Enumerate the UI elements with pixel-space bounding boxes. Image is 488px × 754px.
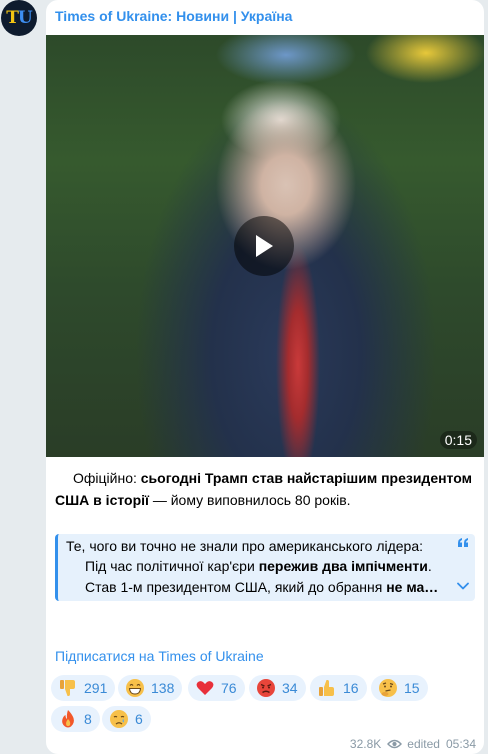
reaction-thumbs-down[interactable]: 291 (51, 675, 116, 701)
reaction-count: 138 (151, 680, 175, 696)
reaction-angry[interactable]: 34 (249, 675, 306, 701)
quote-line-2-suffix: . (427, 558, 432, 574)
reaction-count: 15 (404, 680, 420, 696)
reaction-count: 291 (84, 680, 108, 696)
message-bubble: Times of Ukraine: Новини | Україна 0:15 … (46, 0, 484, 754)
quote-line-2: Під час політичної кар'єри пережив два і… (85, 556, 432, 577)
quote-line-3-bold: не ма… (386, 579, 439, 595)
quote-icon (458, 538, 468, 547)
thumbs-down-icon (60, 680, 75, 696)
thinking-face-icon (379, 679, 397, 697)
angry-face-icon (257, 679, 275, 697)
grinning-face-icon (126, 679, 144, 697)
red-heart-icon (196, 681, 214, 695)
view-count: 32.8K (349, 737, 382, 751)
reaction-count: 76 (221, 680, 237, 696)
expandable-quote[interactable]: Те, чого ви точно не знали про американс… (55, 534, 475, 601)
avatar-letter-t: T (6, 8, 19, 28)
reaction-heart[interactable]: 76 (188, 675, 245, 701)
reaction-thumbs-up[interactable]: 16 (310, 675, 367, 701)
crying-face-icon (110, 710, 128, 728)
edited-label: edited (407, 737, 440, 751)
video-duration: 0:15 (439, 431, 477, 449)
channel-name[interactable]: Times of Ukraine: Новини | Україна (55, 8, 292, 24)
caption-prefix: Офіційно: (73, 470, 141, 486)
reaction-fire[interactable]: 8 (51, 706, 100, 732)
reaction-count: 6 (135, 711, 143, 727)
play-button[interactable] (234, 216, 294, 276)
message-text: Офіційно: сьогодні Трамп став найстаріши… (55, 467, 475, 511)
subscribe-link[interactable]: Підписатися на Times of Ukraine (55, 648, 264, 664)
reaction-grinning[interactable]: 138 (118, 675, 183, 701)
message-time: 05:34 (445, 737, 476, 751)
fire-icon (62, 710, 74, 728)
video-preview[interactable]: 0:15 (46, 35, 484, 457)
eye-icon (387, 739, 403, 749)
reaction-count: 16 (343, 680, 359, 696)
reaction-thinking[interactable]: 15 (371, 675, 428, 701)
caption-suffix: — йому виповнилось 80 років. (148, 492, 351, 508)
message-meta: 32.8K edited 05:34 (350, 737, 476, 751)
quote-line-2-prefix: Під час політичної кар'єри (85, 558, 259, 574)
quote-line-1: Те, чого ви точно не знали про американс… (66, 538, 424, 554)
reaction-count: 8 (84, 711, 92, 727)
reaction-count: 34 (282, 680, 298, 696)
avatar-letter-u: U (17, 8, 33, 28)
quote-line-3: Став 1-м президентом США, який до обранн… (85, 577, 438, 598)
reaction-crying[interactable]: 6 (102, 706, 151, 732)
chevron-down-icon[interactable] (457, 582, 469, 590)
thumbs-up-icon (319, 680, 334, 696)
quote-line-2-bold: пережив два імпічменти (258, 558, 428, 574)
quote-line-3-prefix: Став 1-м президентом США, який до обранн… (85, 579, 387, 595)
channel-avatar[interactable]: TU (1, 0, 37, 36)
play-icon (256, 235, 273, 257)
